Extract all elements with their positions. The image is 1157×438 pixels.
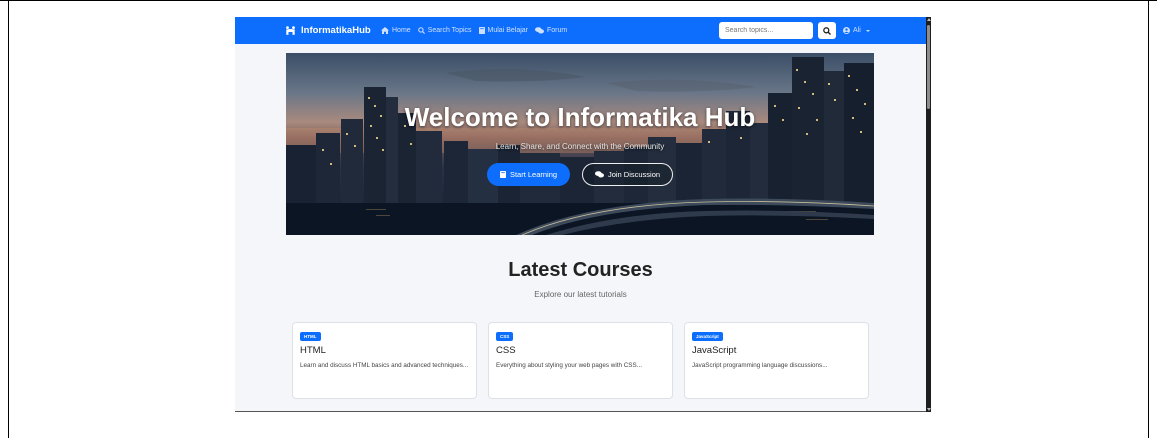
- course-badge: JavaScript: [692, 332, 723, 341]
- nav-link-label: Forum: [547, 27, 568, 34]
- nav-link-search-topics[interactable]: Search Topics: [417, 27, 472, 34]
- search-button[interactable]: [818, 22, 836, 39]
- course-title[interactable]: HTML: [300, 345, 326, 356]
- search-icon: [417, 27, 425, 34]
- course-description: JavaScript programming language discussi…: [692, 362, 828, 369]
- start-learning-label: Start Learning: [509, 170, 558, 179]
- caret-down-icon: [865, 29, 870, 32]
- latest-courses-title: Latest Courses: [508, 259, 653, 281]
- hero-subtitle: Learn, Share, and Connect with the Commu…: [495, 142, 665, 151]
- scroll-down-arrow-icon[interactable]: [926, 408, 931, 411]
- user-menu-dropdown[interactable]: Ali: [843, 17, 870, 44]
- book-icon: [499, 171, 506, 178]
- frame-right-line: [1148, 0, 1149, 438]
- start-learning-button[interactable]: Start Learning: [487, 163, 570, 186]
- comments-icon: [535, 27, 544, 34]
- course-card-html[interactable]: HTML HTML Learn and discuss HTML basics …: [292, 322, 477, 399]
- scroll-thumb[interactable]: [927, 25, 930, 109]
- nav-link-label: Mulai Belajar: [487, 27, 528, 34]
- course-badge: CSS: [496, 332, 514, 341]
- join-discussion-label: Join Discussion: [607, 170, 661, 179]
- nav-link-label: Search Topics: [427, 27, 472, 34]
- search-input[interactable]: [719, 22, 813, 39]
- comments-icon: [594, 171, 604, 178]
- course-card-css[interactable]: CSS CSS Everything about styling your we…: [488, 322, 673, 399]
- brand-name: InformatikaHub: [301, 25, 371, 36]
- user-name: Ali: [853, 27, 861, 34]
- frame-left-line: [8, 0, 9, 438]
- course-title[interactable]: CSS: [496, 345, 516, 356]
- browser-viewport: InformatikaHub Home Search Topics Mulai …: [235, 17, 926, 412]
- navbar: InformatikaHub Home Search Topics Mulai …: [235, 17, 926, 44]
- user-circle-icon: [843, 27, 850, 34]
- home-icon: [381, 27, 389, 34]
- nav-links: Home Search Topics Mulai Belajar Forum: [381, 17, 574, 44]
- scroll-up-arrow-icon[interactable]: [926, 18, 931, 21]
- frame-top-line: [0, 0, 1157, 1]
- nav-link-forum[interactable]: Forum: [535, 27, 567, 34]
- nav-link-mulai-belajar[interactable]: Mulai Belajar: [478, 27, 528, 34]
- course-badge: HTML: [300, 332, 321, 341]
- book-icon: [478, 27, 485, 34]
- vertical-scrollbar[interactable]: [926, 17, 931, 412]
- hero-title: Welcome to Informatika Hub: [404, 102, 756, 132]
- course-title[interactable]: JavaScript: [692, 345, 736, 356]
- search-icon: [823, 26, 831, 35]
- viewport-bottom-border: [235, 411, 931, 412]
- course-description: Learn and discuss HTML basics and advanc…: [300, 362, 469, 369]
- join-discussion-button[interactable]: Join Discussion: [582, 163, 673, 186]
- course-description: Everything about styling your web pages …: [496, 362, 642, 369]
- hero-banner: Welcome to Informatika Hub Learn, Share,…: [286, 53, 874, 235]
- course-card-javascript[interactable]: JavaScript JavaScript JavaScript program…: [684, 322, 869, 399]
- people-carry-icon: [286, 26, 295, 35]
- nav-link-label: Home: [392, 27, 411, 34]
- nav-link-home[interactable]: Home: [381, 27, 411, 34]
- latest-courses-subtitle: Explore our latest tutorials: [534, 290, 627, 299]
- brand-logo[interactable]: InformatikaHub: [285, 17, 371, 44]
